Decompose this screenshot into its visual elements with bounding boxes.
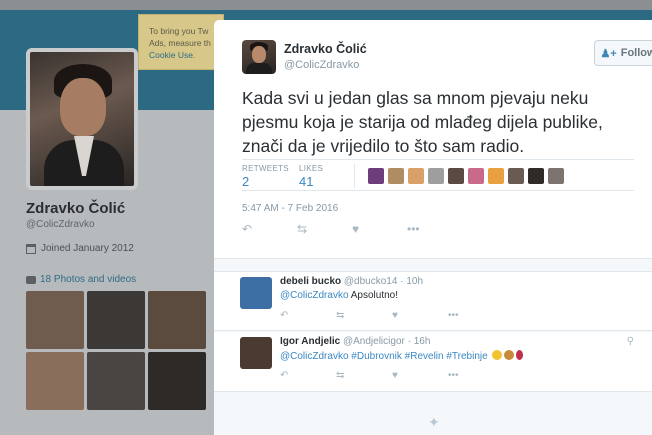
camera-icon bbox=[26, 275, 36, 284]
retweets-label: RETWEETS bbox=[242, 164, 289, 173]
reply-mention[interactable]: @ColicZdravko bbox=[280, 351, 349, 362]
reply-author[interactable]: Igor Andjelic @Andjelicigor · 16h bbox=[280, 336, 430, 347]
photos-videos-link[interactable]: 18 Photos and videos bbox=[26, 274, 136, 285]
guitar-emoji-icon bbox=[504, 350, 515, 360]
reply-icon[interactable]: ↶ bbox=[242, 222, 297, 236]
reply-author[interactable]: debeli bucko @dbucko14 · 10h bbox=[280, 276, 423, 287]
liker-avatar[interactable] bbox=[548, 168, 564, 184]
cookie-use-link[interactable]: Cookie Use. bbox=[149, 50, 195, 60]
profile-name: Zdravko Čolić bbox=[26, 200, 126, 217]
liker-avatars bbox=[368, 168, 564, 184]
liker-avatar[interactable] bbox=[508, 168, 524, 184]
photos-videos-label: 18 Photos and videos bbox=[40, 274, 137, 285]
more-icon[interactable]: ••• bbox=[407, 222, 462, 236]
retweets-count: 2 bbox=[242, 174, 250, 189]
smile-emoji-icon bbox=[492, 350, 503, 360]
like-icon[interactable]: ♥ bbox=[352, 222, 407, 236]
cookie-notice: To bring you Tw Ads, measure th Cookie U… bbox=[138, 14, 224, 70]
liker-avatar[interactable] bbox=[488, 168, 504, 184]
author-name[interactable]: Zdravko Čolić bbox=[284, 42, 367, 56]
reply-time: · 16h bbox=[407, 336, 431, 347]
joined-date: Joined January 2012 bbox=[26, 243, 134, 254]
follow-label: Follow bbox=[620, 47, 652, 59]
reply-author-name: debeli bucko bbox=[280, 276, 342, 287]
reply-body: Apsolutno! bbox=[348, 290, 398, 301]
photo-thumbnail[interactable] bbox=[148, 352, 206, 410]
liker-avatar[interactable] bbox=[528, 168, 544, 184]
photo-thumbnail[interactable] bbox=[87, 352, 145, 410]
location-pin-icon[interactable]: ⚲ bbox=[627, 336, 634, 347]
reply-actions: ↶ ⇆ ♥ ••• bbox=[280, 310, 504, 321]
photo-thumbnail[interactable] bbox=[148, 291, 206, 349]
reply-item[interactable]: Igor Andjelic @Andjelicigor · 16h ⚲ @Col… bbox=[214, 332, 652, 392]
tweet-timestamp[interactable]: 5:47 AM - 7 Feb 2016 bbox=[242, 203, 338, 214]
reply-icon[interactable]: ↶ bbox=[280, 310, 336, 321]
top-navbar bbox=[0, 0, 652, 10]
profile-handle: @ColicZdravko bbox=[26, 219, 95, 230]
tweet-modal: Zdravko Čolić @ColicZdravko ♟+ Follow Ka… bbox=[214, 20, 652, 435]
stats-divider bbox=[354, 164, 355, 188]
likes-stat[interactable]: LIKES 41 bbox=[299, 164, 323, 189]
liker-avatar[interactable] bbox=[368, 168, 384, 184]
reply-hashtags[interactable]: #Dubrovnik #Revelin #Trebinje bbox=[351, 351, 487, 362]
calendar-icon bbox=[26, 243, 36, 254]
tweet-header: Zdravko Čolić @ColicZdravko ♟+ Follow bbox=[242, 40, 652, 80]
reply-text: @ColicZdravko #Dubrovnik #Revelin #Trebi… bbox=[280, 350, 524, 362]
replies-section: debeli bucko @dbucko14 · 10h @ColicZdrav… bbox=[214, 258, 652, 435]
likes-count: 41 bbox=[299, 174, 314, 189]
reply-mention[interactable]: @ColicZdravko bbox=[280, 290, 349, 301]
photo-thumbnail[interactable] bbox=[87, 291, 145, 349]
wine-glass-emoji-icon bbox=[516, 350, 524, 360]
cookie-notice-text: To bring you Tw Ads, measure th bbox=[149, 26, 211, 48]
profile-avatar[interactable] bbox=[26, 48, 138, 190]
reply-author-handle: @dbucko14 bbox=[343, 276, 398, 287]
more-icon[interactable]: ••• bbox=[448, 370, 504, 381]
reply-avatar[interactable] bbox=[240, 337, 272, 369]
reply-actions: ↶ ⇆ ♥ ••• bbox=[280, 370, 504, 381]
liker-avatar[interactable] bbox=[388, 168, 404, 184]
reply-author-name: Igor Andjelic bbox=[280, 336, 341, 347]
retweet-icon[interactable]: ⇆ bbox=[336, 310, 392, 321]
joined-label: Joined January 2012 bbox=[41, 243, 134, 254]
liker-avatar[interactable] bbox=[448, 168, 464, 184]
author-avatar[interactable] bbox=[242, 40, 276, 74]
photo-grid bbox=[26, 291, 210, 410]
reply-avatar[interactable] bbox=[240, 277, 272, 309]
photo-thumbnail[interactable] bbox=[26, 291, 84, 349]
retweet-icon[interactable]: ⇆ bbox=[297, 222, 352, 236]
reply-text: @ColicZdravko Apsolutno! bbox=[280, 290, 398, 301]
tweet-text: Kada svi u jedan glas sa mnom pjevaju ne… bbox=[242, 88, 603, 156]
reply-icon[interactable]: ↶ bbox=[280, 370, 336, 381]
twitter-bird-icon: ✦ bbox=[428, 414, 440, 430]
like-icon[interactable]: ♥ bbox=[392, 370, 448, 381]
retweets-stat[interactable]: RETWEETS 2 bbox=[242, 164, 289, 189]
follow-button[interactable]: ♟+ Follow bbox=[594, 40, 652, 66]
photo-thumbnail[interactable] bbox=[26, 352, 84, 410]
retweet-icon[interactable]: ⇆ bbox=[336, 370, 392, 381]
reply-time: · 10h bbox=[400, 276, 424, 287]
reply-item[interactable]: debeli bucko @dbucko14 · 10h @ColicZdrav… bbox=[214, 271, 652, 331]
author-handle[interactable]: @ColicZdravko bbox=[284, 59, 359, 71]
more-icon[interactable]: ••• bbox=[448, 310, 504, 321]
liker-avatar[interactable] bbox=[428, 168, 444, 184]
tweet-stats: RETWEETS 2 LIKES 41 bbox=[242, 159, 634, 191]
like-icon[interactable]: ♥ bbox=[392, 310, 448, 321]
liker-avatar[interactable] bbox=[408, 168, 424, 184]
reply-author-handle: @Andjelicigor bbox=[342, 336, 405, 347]
liker-avatar[interactable] bbox=[468, 168, 484, 184]
add-user-icon: ♟+ bbox=[600, 47, 617, 60]
likes-label: LIKES bbox=[299, 164, 324, 173]
tweet-actions: ↶ ⇆ ♥ ••• bbox=[242, 222, 462, 236]
